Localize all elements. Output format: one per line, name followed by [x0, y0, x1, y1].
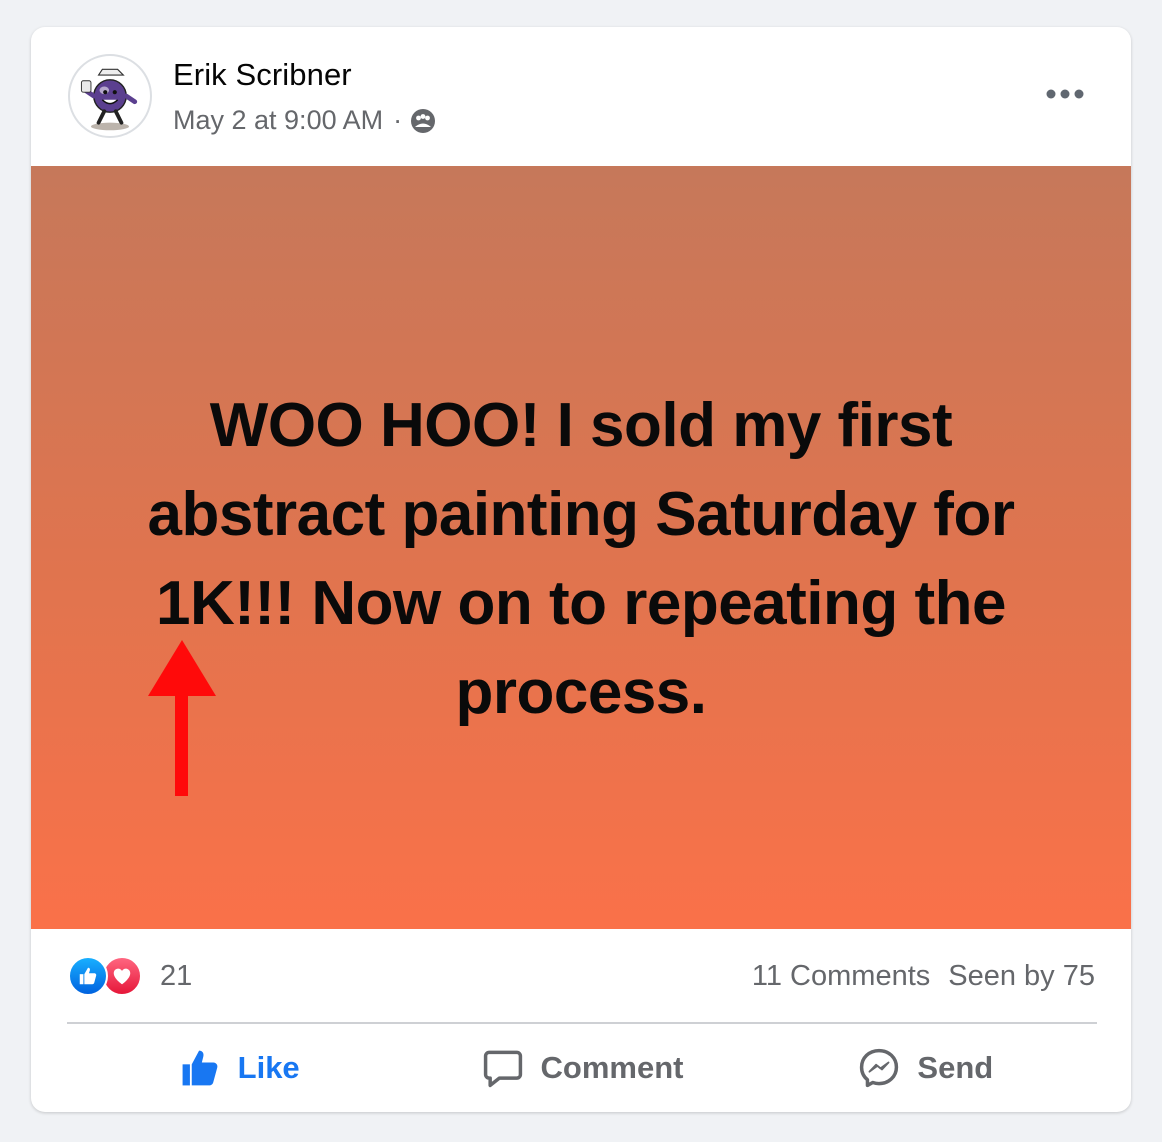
messenger-icon [860, 1048, 899, 1088]
comment-button[interactable]: Comment [410, 1027, 753, 1109]
send-label: Send [917, 1050, 994, 1085]
love-reaction-glyph [113, 968, 131, 985]
post-actions: Like Comment Send [67, 1027, 1097, 1109]
post-timestamp[interactable]: May 2 at 9:00 AM [173, 105, 383, 136]
comments-count-link[interactable]: 11 Comments [752, 960, 930, 993]
post-text-banner: WOO HOO! I sold my first abstract painti… [31, 166, 1131, 929]
author-name[interactable]: Erik Scribner [173, 57, 352, 93]
reaction-count: 21 [160, 959, 193, 992]
seen-by-link[interactable]: Seen by 75 [948, 960, 1095, 993]
more-options-button[interactable] [1037, 74, 1093, 114]
more-options-icon [1046, 89, 1084, 99]
reactions-summary[interactable]: 21 [68, 956, 192, 996]
thumbs-up-icon [182, 1050, 218, 1086]
post-stats: 21 11 Comments Seen by 75 [31, 929, 1131, 1022]
avatar-image [80, 68, 138, 131]
like-reaction-icon [68, 956, 108, 996]
post-card: Erik Scribner May 2 at 9:00 AM · WOO HOO… [31, 27, 1131, 1112]
stats-right: 11 Comments Seen by 75 [752, 960, 1095, 993]
send-button[interactable]: Send [754, 1027, 1097, 1109]
like-label: Like [237, 1050, 300, 1085]
author-avatar[interactable] [68, 54, 152, 138]
post-body-text: WOO HOO! I sold my first abstract painti… [147, 391, 1015, 727]
custom-audience-icon[interactable] [410, 108, 436, 134]
meta-separator: · [393, 105, 403, 135]
comment-bubble-icon [483, 1050, 522, 1088]
comment-label: Comment [540, 1050, 684, 1085]
red-arrow-annotation [148, 640, 216, 796]
love-reaction-icon [102, 956, 142, 996]
like-reaction-glyph [79, 967, 97, 985]
like-button[interactable]: Like [67, 1027, 410, 1109]
stats-divider [67, 1022, 1097, 1024]
post-header: Erik Scribner May 2 at 9:00 AM · [31, 27, 1131, 166]
post-meta: May 2 at 9:00 AM · [173, 105, 436, 136]
